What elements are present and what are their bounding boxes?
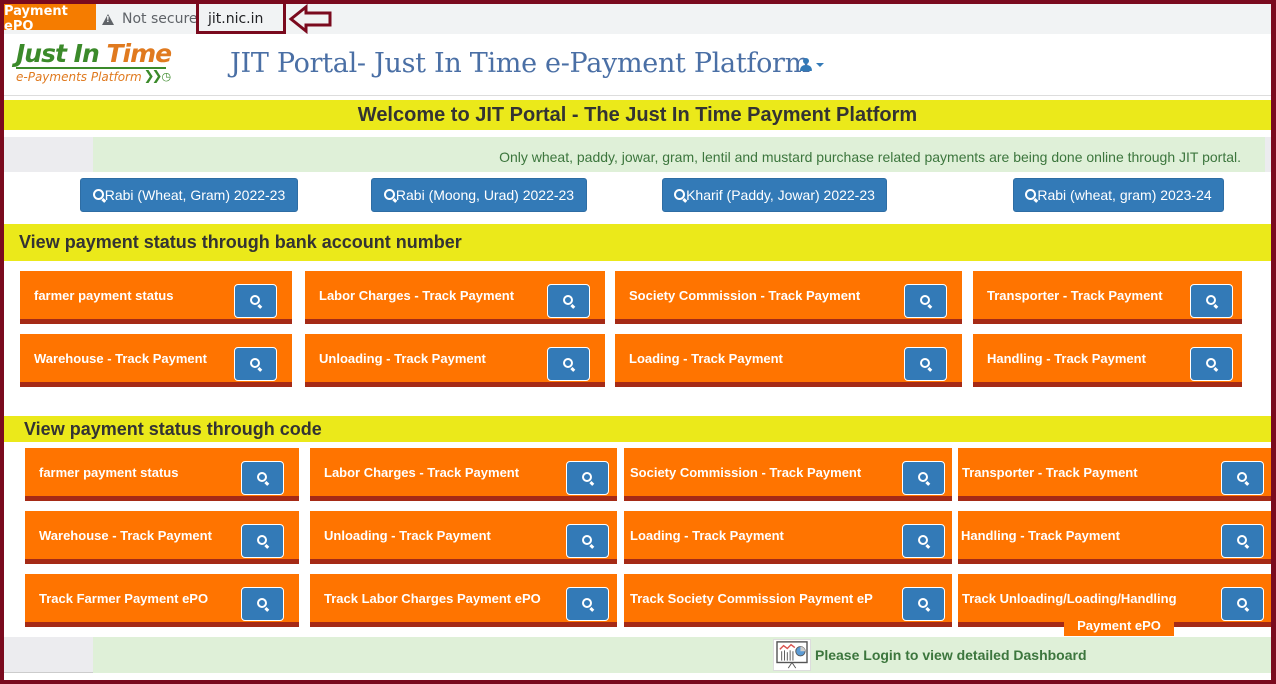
search-icon [582, 535, 592, 545]
search-icon [1237, 472, 1247, 482]
season-button-rabi-moong-urad-2022-23[interactable]: Rabi (Moong, Urad) 2022-23 [371, 178, 587, 212]
section-title-code: View payment status through code [4, 416, 1271, 442]
search-button[interactable] [241, 461, 284, 495]
tile-bank-farmer-payment-status[interactable]: farmer payment status [20, 271, 292, 324]
search-button[interactable] [241, 524, 284, 558]
tile-code-warehouse[interactable]: Warehouse - Track Payment [25, 511, 299, 564]
tile-bank-handling[interactable]: Handling - Track Payment [973, 334, 1242, 387]
section-title-bank-account: View payment status through bank account… [4, 224, 1271, 261]
search-icon [582, 598, 592, 608]
search-icon [674, 188, 686, 200]
search-button[interactable] [566, 524, 609, 558]
tile-bank-transporter[interactable]: Transporter - Track Payment [973, 271, 1242, 324]
browser-address-bar: Payment ePO Not secure jit.nic.in [4, 4, 1271, 34]
search-button[interactable] [1221, 461, 1264, 495]
search-icon [1206, 358, 1216, 368]
season-button-rabi-wheat-gram-2023-24[interactable]: Rabi (wheat, gram) 2023-24 [1013, 178, 1224, 212]
security-label: Not secure [122, 11, 198, 27]
search-button[interactable] [1190, 284, 1233, 318]
browser-tab-fragment[interactable]: Payment ePO [4, 4, 96, 34]
tile-track-society-commission-epo[interactable]: Track Society Commission Payment eP [624, 574, 952, 627]
tile-bank-loading[interactable]: Loading - Track Payment [615, 334, 962, 387]
tile-bank-unloading[interactable]: Unloading - Track Payment [305, 334, 605, 387]
search-button[interactable] [547, 284, 590, 318]
search-icon [920, 295, 930, 305]
search-icon [257, 535, 267, 545]
user-icon [800, 58, 812, 71]
search-icon [257, 472, 267, 482]
search-button[interactable] [904, 347, 947, 381]
user-menu-dropdown[interactable] [800, 58, 824, 71]
tile-track-farmer-payment-epo[interactable]: Track Farmer Payment ePO [25, 574, 299, 627]
search-icon [918, 598, 928, 608]
tile-code-loading[interactable]: Loading - Track Payment [624, 511, 952, 564]
search-button[interactable] [566, 587, 609, 621]
search-button[interactable] [902, 587, 945, 621]
search-icon [257, 598, 267, 608]
search-icon [250, 358, 260, 368]
dashboard-footer: Please Login to view detailed Dashboard [93, 637, 1271, 673]
logo-wordmark: Just In Time [16, 39, 172, 68]
season-button-rabi-wheat-gram-2022-23[interactable]: Rabi (Wheat, Gram) 2022-23 [80, 178, 298, 212]
search-icon [383, 188, 395, 200]
footer-row: Please Login to view detailed Dashboard [4, 637, 1271, 673]
tile-code-society-commission[interactable]: Society Commission - Track Payment [624, 448, 952, 501]
search-button[interactable] [904, 284, 947, 318]
search-icon [563, 295, 573, 305]
tile-code-handling[interactable]: Handling - Track Payment [958, 511, 1271, 564]
tile-bank-society-commission[interactable]: Society Commission - Track Payment [615, 271, 962, 324]
search-icon [1237, 598, 1247, 608]
search-button[interactable] [566, 461, 609, 495]
search-icon [92, 188, 104, 200]
tile-code-farmer-payment-status[interactable]: farmer payment status [25, 448, 299, 501]
search-icon [918, 472, 928, 482]
search-icon [563, 358, 573, 368]
search-button[interactable] [234, 284, 277, 318]
left-arrow-icon [288, 4, 332, 34]
search-icon [920, 358, 930, 368]
notice-row: Only wheat, paddy, jowar, gram, lentil a… [4, 137, 1271, 172]
search-icon [250, 295, 260, 305]
warning-icon [102, 13, 114, 25]
site-header: Just In Time e-Payments Platform ❯❯ ◷ JIT … [4, 34, 1271, 96]
page-frame: Payment ePO Not secure jit.nic.in Just I… [4, 4, 1271, 680]
search-button[interactable] [547, 347, 590, 381]
search-icon [918, 535, 928, 545]
tile-code-labor-charges[interactable]: Labor Charges - Track Payment [310, 448, 617, 501]
search-button[interactable] [234, 347, 277, 381]
dashboard-login-link[interactable]: Please Login to view detailed Dashboard [773, 639, 1087, 671]
chevrons-icon: ❯❯ [143, 69, 163, 84]
tile-track-labor-charges-epo[interactable]: Track Labor Charges Payment ePO [310, 574, 617, 627]
tile-label-overflow: Payment ePO [1064, 616, 1174, 636]
search-button[interactable] [241, 587, 284, 621]
clock-icon: ◷ [161, 70, 172, 83]
search-button[interactable] [902, 524, 945, 558]
search-button[interactable] [1221, 524, 1264, 558]
season-button-kharif-paddy-jowar-2022-23[interactable]: Kharif (Paddy, Jowar) 2022-23 [662, 178, 887, 212]
search-icon [1025, 188, 1037, 200]
welcome-banner: Welcome to JIT Portal - The Just In Time… [4, 100, 1271, 130]
search-icon [1237, 535, 1247, 545]
logo-subtitle: e-Payments Platform ❯❯ ◷ [16, 69, 172, 84]
caret-down-icon [816, 62, 824, 67]
search-button[interactable] [902, 461, 945, 495]
tile-bank-warehouse[interactable]: Warehouse - Track Payment [20, 334, 292, 387]
dashboard-login-text: Please Login to view detailed Dashboard [815, 647, 1087, 663]
notice-alert: Only wheat, paddy, jowar, gram, lentil a… [93, 137, 1265, 172]
tile-bank-labor-charges[interactable]: Labor Charges - Track Payment [305, 271, 605, 324]
jit-logo[interactable]: Just In Time e-Payments Platform ❯❯ ◷ [16, 40, 176, 90]
search-icon [1206, 295, 1216, 305]
security-indicator[interactable]: Not secure [102, 11, 198, 27]
tile-code-unloading[interactable]: Unloading - Track Payment [310, 511, 617, 564]
search-button[interactable] [1190, 347, 1233, 381]
site-title: JIT Portal- Just In Time e-Payment Platf… [230, 48, 810, 79]
url-field[interactable]: jit.nic.in [196, 4, 286, 34]
tile-code-transporter[interactable]: Transporter - Track Payment [958, 448, 1271, 501]
search-button[interactable] [1221, 587, 1264, 621]
dashboard-chart-icon [773, 639, 811, 671]
search-icon [582, 472, 592, 482]
